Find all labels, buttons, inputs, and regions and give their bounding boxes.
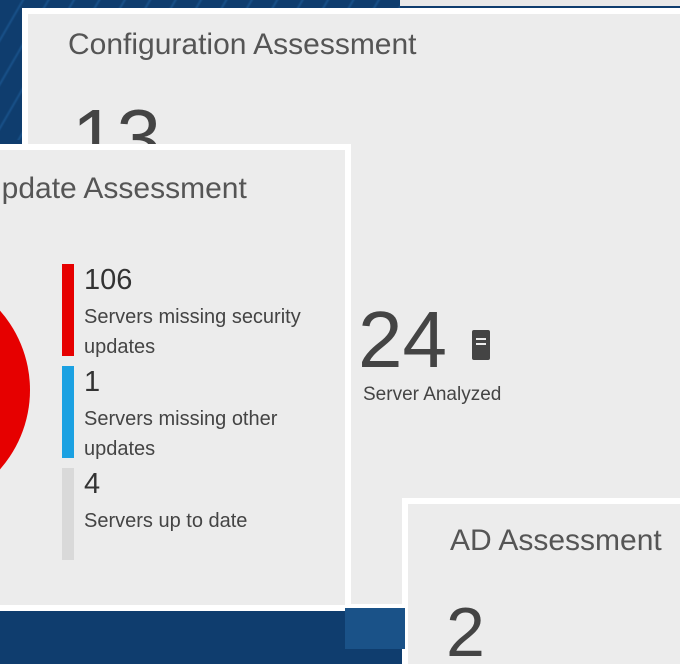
legend-label: Servers missing other updates	[84, 408, 278, 460]
server-icon	[472, 330, 490, 360]
legend-count: 106	[84, 264, 133, 296]
tile-title: Update Assessment	[0, 172, 247, 205]
tile-title: AD Assessment	[450, 524, 662, 557]
legend-color-bar	[62, 366, 74, 458]
update-status-pie-chart	[0, 270, 30, 510]
ad-assessment-tile[interactable]: AD Assessment 2	[408, 504, 680, 664]
legend-color-bar	[62, 468, 74, 560]
legend-label: Servers missing security updates	[84, 306, 301, 358]
tile-title: Configuration Assessment	[68, 28, 417, 61]
background-tile-edge	[400, 0, 680, 6]
legend-item-other[interactable]: 1 Servers missing other updates	[62, 366, 332, 460]
servers-analyzed-label: Server Analyzed	[363, 384, 502, 405]
legend-count: 1	[84, 366, 101, 398]
legend-color-bar	[62, 264, 74, 356]
update-assessment-tile[interactable]: Update Assessment 106 Servers missing se…	[0, 150, 345, 605]
background-tile-edge	[345, 608, 405, 649]
legend-count: 4	[84, 468, 101, 500]
servers-analyzed-count: 24	[358, 295, 447, 384]
legend-item-up-to-date[interactable]: 4 Servers up to date	[62, 468, 332, 560]
issue-count: 2	[446, 593, 485, 664]
legend-item-security[interactable]: 106 Servers missing security updates	[62, 264, 332, 358]
legend-label: Servers up to date	[84, 510, 248, 532]
